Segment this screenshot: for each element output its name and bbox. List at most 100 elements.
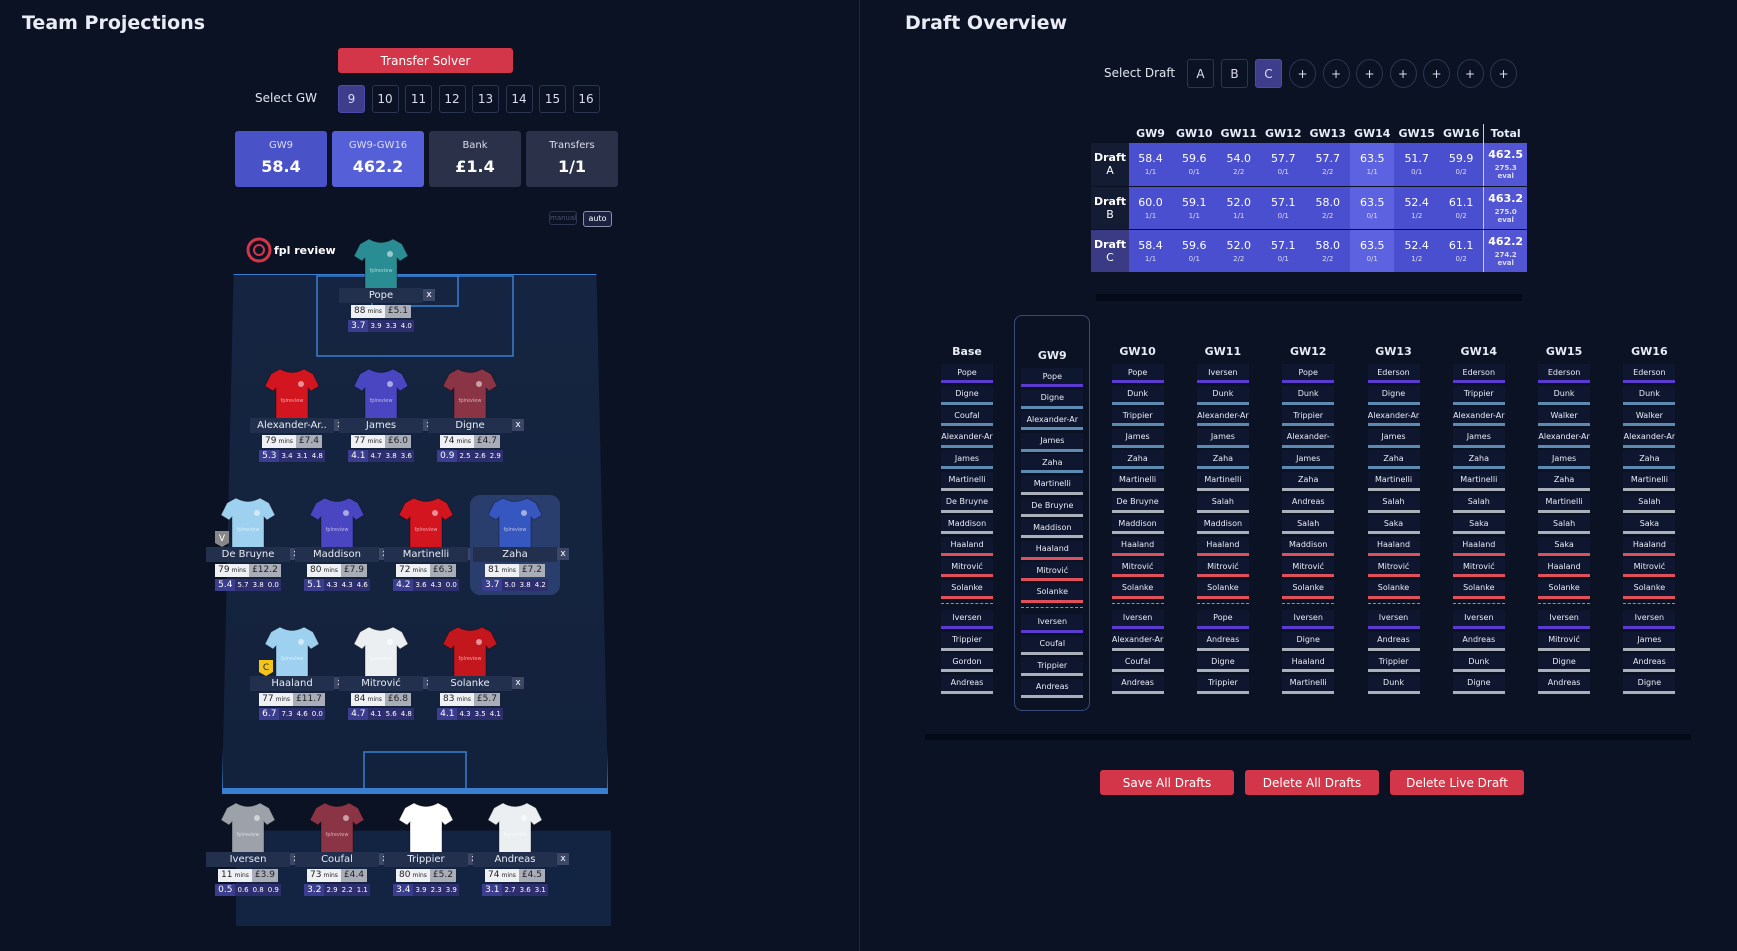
remove-player-icon[interactable]: x (512, 419, 524, 431)
gw-button-12[interactable]: 12 (438, 85, 466, 113)
pick-slot[interactable]: Martinelli (1538, 493, 1591, 513)
bench-slot[interactable]: Andreas (1452, 631, 1505, 651)
auto-toggle[interactable]: auto (583, 211, 612, 227)
bench-slot[interactable]: Martinelli (1282, 674, 1335, 694)
pick-slot[interactable]: Salah (1538, 515, 1591, 535)
pick-slot[interactable]: Zaha (1623, 450, 1676, 470)
gw-button-16[interactable]: 16 (572, 85, 600, 113)
bench-slot[interactable]: Dunk (1452, 653, 1505, 673)
pick-slot[interactable]: Solanke (1452, 579, 1505, 599)
add-draft-button[interactable]: + (1490, 59, 1517, 88)
pick-slot[interactable]: Pope (1111, 364, 1164, 383)
pick-slot[interactable]: De Bruyne (1111, 493, 1164, 513)
bench-slot[interactable]: James (1623, 631, 1676, 651)
bench-slot[interactable]: Andreas (1111, 674, 1164, 694)
player-card[interactable]: fplreviewVDe Bruynex 79mins£12.2 5.45.73.8… (203, 495, 302, 591)
bench-slot[interactable]: Andreas (1196, 631, 1249, 651)
player-mins[interactable]: 77 mins (351, 435, 385, 448)
player-mins[interactable]: 80 mins (396, 869, 430, 882)
pick-slot[interactable]: Solanke (1367, 579, 1420, 599)
pick-slot[interactable]: Zaha (1021, 454, 1084, 474)
pick-slot[interactable]: Salah (1452, 493, 1505, 513)
bench-slot[interactable]: Alexander-Ar (1111, 631, 1164, 651)
player-mins[interactable]: 81 mins (485, 564, 519, 577)
pick-slot[interactable]: Zaha (1452, 450, 1505, 470)
bench-slot[interactable]: Iversen (1282, 609, 1335, 629)
pick-slot[interactable]: Haaland (1111, 536, 1164, 556)
pick-slot[interactable]: Solanke (1282, 579, 1335, 599)
pick-slot[interactable]: James (1538, 450, 1591, 470)
pick-slot[interactable]: Ederson (1538, 364, 1591, 383)
pick-slot[interactable]: Haaland (1623, 536, 1676, 556)
player-card[interactable]: fplreview Martinellix 72mins£6.3 4.23.64.30… (381, 495, 480, 591)
pick-slot[interactable]: De Bruyne (941, 493, 993, 513)
pick-slot[interactable]: Walker (1623, 407, 1676, 427)
pick-slot[interactable]: Dunk (1111, 385, 1164, 405)
bench-slot[interactable]: Iversen (1021, 613, 1084, 633)
table-scrollbar[interactable] (1096, 294, 1522, 301)
pick-slot[interactable]: Dunk (1623, 385, 1676, 405)
pick-slot[interactable]: Haaland (1367, 536, 1420, 556)
bench-slot[interactable]: Iversen (1367, 609, 1420, 629)
delete-live-draft-button[interactable]: Delete Live Draft (1390, 770, 1524, 795)
pick-slot[interactable]: Mitrović (1111, 558, 1164, 578)
player-card[interactable]: fplreview Solanke x 83 mins £5.7 4.1 4.3 3.5 4.1 (425, 624, 524, 720)
pick-slot[interactable]: Digne (1021, 389, 1084, 409)
player-mins[interactable]: 74 mins (485, 869, 519, 882)
player-card[interactable]: fplreviewMaddisonx80mins£7.95.14.34.34.6 (292, 495, 391, 591)
bench-slot[interactable]: Digne (1282, 631, 1335, 651)
pick-slot[interactable]: Ederson (1452, 364, 1505, 383)
pick-slot[interactable]: De Bruyne (1021, 497, 1084, 517)
player-card[interactable]: fplreview Digne x 74 mins £4.7 0.9 2.5 2.6 2.9 (425, 366, 524, 462)
pick-slot[interactable]: Solanke (1538, 579, 1591, 599)
pick-slot[interactable]: Mitrović (1196, 558, 1249, 578)
pick-slot[interactable]: Saka (1623, 515, 1676, 535)
bench-slot[interactable]: Andreas (1021, 678, 1084, 698)
pick-slot[interactable]: Coufal (941, 407, 993, 427)
remove-player-icon[interactable]: x (423, 289, 435, 301)
pick-slot[interactable]: Zaha (1111, 450, 1164, 470)
pick-slot[interactable]: Haaland (1021, 540, 1084, 560)
player-mins[interactable]: 73 mins (307, 869, 341, 882)
pick-slot[interactable]: Pope (1282, 364, 1335, 383)
pick-slot[interactable]: James (1196, 428, 1249, 448)
remove-player-icon[interactable]: x (512, 677, 524, 689)
bench-slot[interactable]: Iversen (941, 609, 993, 629)
pick-slot[interactable]: Trippier (1452, 385, 1505, 405)
player-card[interactable]: fplreview Jamesx 77mins£6.0 4.14.73.83.6 (336, 366, 435, 462)
pick-slot[interactable]: Saka (1367, 515, 1420, 535)
add-draft-button[interactable]: + (1289, 59, 1316, 88)
pick-slot[interactable]: Alexander-Ar (1538, 428, 1591, 448)
add-draft-button[interactable]: + (1423, 59, 1450, 88)
player-mins[interactable]: 83 mins (440, 693, 474, 706)
draft-row[interactable]: Draft A 58.4 1/1 59.6 0/1 54.0 2/2 57.7 0/1 57.7 2/… (1091, 143, 1527, 187)
bench-slot[interactable]: Iversen (1452, 609, 1505, 629)
player-mins[interactable]: 74 mins (440, 435, 474, 448)
pick-slot[interactable]: Alexander-Ar (1623, 428, 1676, 448)
gw-button-9[interactable]: 9 (338, 85, 365, 113)
pick-slot[interactable]: Solanke (1623, 579, 1676, 599)
pick-slot[interactable]: Martinelli (1452, 471, 1505, 491)
player-mins[interactable]: 79 mins (262, 435, 296, 448)
bench-slot[interactable]: Andreas (1623, 653, 1676, 673)
bench-slot[interactable]: Iversen (1538, 609, 1591, 629)
pick-slot[interactable]: Alexander-Ar (1367, 407, 1420, 427)
bench-slot[interactable]: Haaland (1282, 653, 1335, 673)
bench-slot[interactable]: Coufal (1021, 635, 1084, 655)
player-mins[interactable]: 84 mins (351, 693, 385, 706)
pick-slot[interactable]: Saka (1452, 515, 1505, 535)
draft-button-C[interactable]: C (1255, 59, 1282, 88)
bench-slot[interactable]: Trippier (1196, 674, 1249, 694)
pick-slot[interactable]: Haaland (1196, 536, 1249, 556)
delete-all-drafts-button[interactable]: Delete All Drafts (1245, 770, 1379, 795)
pick-slot[interactable]: Dunk (1538, 385, 1591, 405)
pick-slot[interactable]: Maddison (1111, 515, 1164, 535)
pick-slot[interactable]: Maddison (1021, 519, 1084, 539)
player-card[interactable]: fplreview Zaha x 81 mins £7.2 3.7 5.0 3.8 4.2 (470, 495, 569, 595)
pick-slot[interactable]: Maddison (1196, 515, 1249, 535)
pick-slot[interactable]: James (1367, 428, 1420, 448)
pick-slot[interactable]: Martinelli (1623, 471, 1676, 491)
pick-slot[interactable]: Mitrović (1021, 562, 1084, 582)
player-card[interactable]: fplreviewCHaalandx 77mins£11.7 6.77.34.60.… (247, 624, 346, 720)
bench-slot[interactable]: Trippier (941, 631, 993, 651)
